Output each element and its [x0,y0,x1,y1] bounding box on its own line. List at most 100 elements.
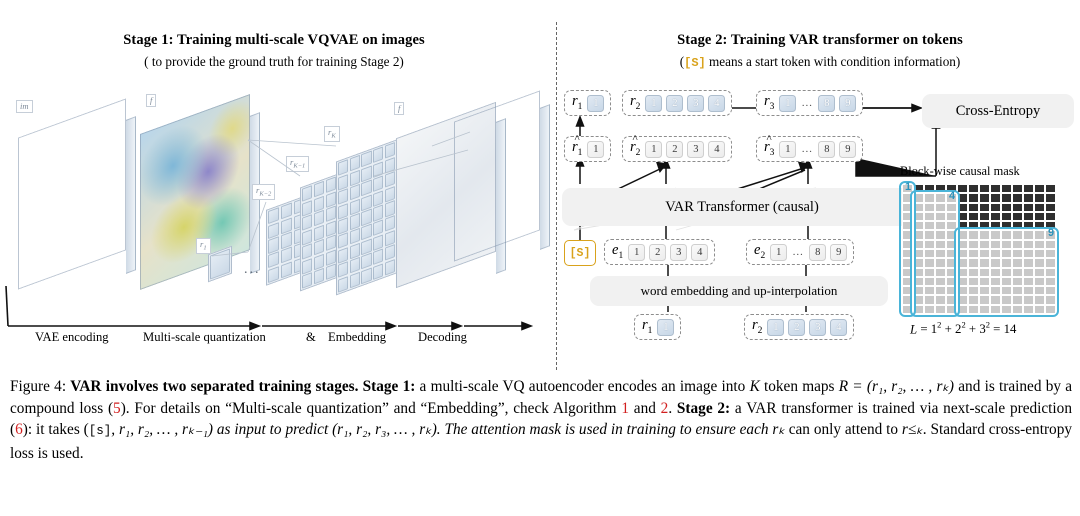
caption-text-7: , r₁, r₂, … , rₖ₋₁) as input to predict … [111,421,773,438]
mask-cell [968,193,979,203]
symbol-r2-input: r2 [752,316,763,336]
token-group-r2-gt[interactable]: r2 1 2 3 4 [622,90,733,116]
token-chip[interactable]: 4 [691,243,709,261]
token-chip[interactable]: 9 [839,94,857,112]
token-group-e2[interactable]: e2 1 … 8 9 [746,239,855,265]
token-chip[interactable]: 1 [628,243,646,261]
caption-and: and [629,399,661,417]
mask-cell [990,193,1001,203]
caption-ref-6[interactable]: 6 [15,421,23,438]
caption-prefix: Figure 4: [10,378,71,395]
mask-cell [1045,202,1056,212]
mask-equation: L = 12 + 22 + 32 = 14 [910,320,1016,337]
plane-label-rk1: rK−1 [286,156,310,173]
token-chip[interactable]: 1 [767,318,785,336]
token-chip[interactable]: 9 [839,140,857,158]
token-chip[interactable]: 4 [708,94,726,112]
mask-block-label-1: 1 [905,181,912,193]
symbol-r3: r3 [764,92,775,112]
token-chip[interactable]: 1 [645,94,663,112]
plane-label-rk: rK [324,126,340,143]
token-ellipsis: … [792,246,805,258]
quant-plane-r1 [208,245,232,283]
step-label-embedding: Embedding [328,330,387,344]
mask-cell [1023,184,1034,194]
plane-label-im-left: im [16,100,33,113]
mask-cell [968,211,979,222]
mask-block-9 [954,227,1059,317]
token-chip[interactable]: 3 [809,318,827,336]
mask-cell [1001,202,1012,212]
token-group-r3-pred[interactable]: ^ r3 1 … 8 9 [756,133,864,162]
mask-cell [1045,184,1056,194]
stage2-subtitle: ([S] means a start token with condition … [560,54,1080,70]
step-label-quantization: Multi-scale quantization [143,330,266,344]
token-chip[interactable]: 4 [830,318,848,336]
mask-cell [1034,193,1045,203]
token-chip[interactable]: 1 [779,94,797,112]
token-chip[interactable]: 3 [687,140,705,158]
cross-entropy-box[interactable]: Cross-Entropy [922,94,1074,128]
mask-cell [1001,211,1012,222]
token-chip[interactable]: 8 [818,94,836,112]
symbol-e2: e2 [754,241,766,261]
caption-bold-lead: VAR involves two separated training stag… [70,378,359,395]
causal-mask-figure: Block-wise causal mask 1 4 9 L = 12 + 22… [896,164,1080,340]
token-chip[interactable]: 2 [788,318,806,336]
mask-block-label-4: 4 [949,190,956,203]
token-chip[interactable]: 1 [587,94,605,112]
token-chip[interactable]: 1 [645,140,663,158]
quant-ellipsis: ... [244,262,261,277]
mask-cell [1012,211,1023,222]
token-chip[interactable]: 8 [818,140,836,158]
token-group-r1-gt[interactable]: r1 1 [564,90,612,116]
mask-cell [1001,184,1012,194]
token-chip[interactable]: 3 [670,243,688,261]
figure-4: Stage 1: Training multi-scale VQVAE on i… [0,0,1080,516]
token-chip[interactable]: 2 [666,94,684,112]
mask-cell [979,211,990,222]
eq-body: = 12 + 22 + 32 = 14 [920,320,1017,337]
word-embedding-box[interactable]: word embedding and up-interpolation [590,276,888,306]
mask-cell [1034,211,1045,222]
start-token-box[interactable]: [S] [564,240,596,266]
caption-ref-1[interactable]: 1 [621,400,629,417]
input-image-plane [18,116,136,274]
symbol-r1-input: r1 [642,316,653,336]
mask-cell [1012,184,1023,194]
plane-label-f-left: f [146,94,157,107]
token-chip[interactable]: 1 [779,140,797,158]
token-group-r3-gt[interactable]: r3 1 … 8 9 [756,90,864,116]
token-chip[interactable]: 1 [587,140,605,158]
token-chip[interactable]: 4 [708,140,726,158]
token-chip[interactable]: 2 [649,243,667,261]
mask-title: Block-wise causal mask [900,164,1020,178]
hat-accent: ^ [632,132,638,145]
caption-period: . [668,399,677,417]
stage1-title: Stage 1: Training multi-scale VQVAE on i… [123,32,425,48]
figure-caption: Figure 4: VAR involves two separated tra… [10,376,1072,464]
token-ellipsis: … [801,143,814,155]
start-token-inline: [S] [684,56,706,70]
token-group-r2-pred[interactable]: ^ r2 1 2 3 4 [622,132,733,162]
stage1-subtitle: ( to provide the ground truth for traini… [144,54,404,69]
token-chip[interactable]: 1 [657,318,675,336]
token-group-r1-pred[interactable]: ^ r1 1 [564,132,612,162]
token-group-r2-input[interactable]: r2 1 2 3 4 [744,314,855,340]
token-chip[interactable]: 3 [687,94,705,112]
token-chip[interactable]: 1 [770,243,788,261]
caption-K: K [749,378,760,395]
mask-cell [990,211,1001,222]
token-chip[interactable]: 8 [809,243,827,261]
token-chip[interactable]: 9 [830,243,848,261]
step-label-decoding: Decoding [418,330,467,344]
hat-accent: ^ [574,132,580,145]
token-group-r1-input[interactable]: r1 1 [634,314,682,340]
mask-cell [1012,193,1023,203]
token-group-e1[interactable]: e1 1 2 3 4 [604,239,716,265]
var-transformer-box[interactable]: VAR Transformer (causal) [562,188,922,226]
caption-ref-5[interactable]: 5 [113,400,121,417]
step-label-vae-encoding: VAE encoding [35,330,109,344]
token-chip[interactable]: 2 [666,140,684,158]
plane-label-f-right: f [394,102,405,115]
